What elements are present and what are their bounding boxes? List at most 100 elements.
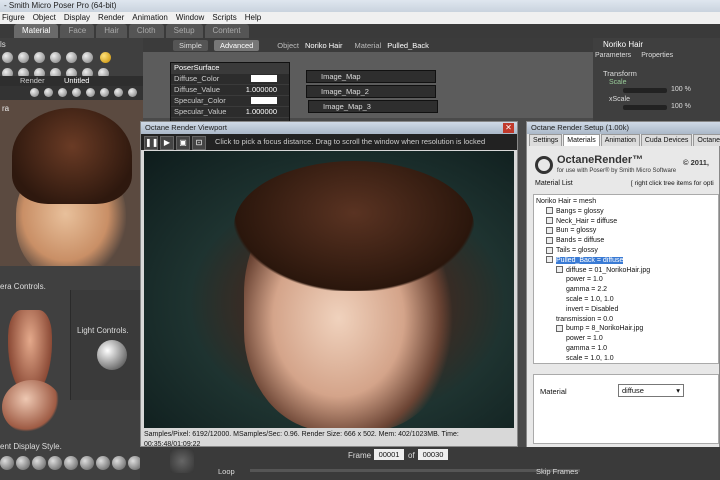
menu-object[interactable]: Object [33, 12, 56, 24]
close-icon[interactable]: ✕ [503, 123, 514, 133]
display-style-icon[interactable] [112, 456, 126, 470]
expand-toggle-icon[interactable] [546, 256, 553, 264]
play-icon[interactable]: ▶ [160, 136, 174, 150]
document-viewport[interactable]: ra [0, 100, 143, 266]
light-sphere-icon[interactable] [97, 340, 127, 370]
material-tree-item[interactable]: scale = 1.0, 1.0 [566, 354, 614, 364]
room-tab-content[interactable]: Content [204, 24, 249, 38]
chain-tool-icon[interactable] [82, 52, 93, 63]
room-tab-cloth[interactable]: Cloth [128, 24, 164, 38]
display-style-icon[interactable] [32, 456, 46, 470]
menu-figure[interactable]: Figure [2, 12, 25, 24]
menu-animation[interactable]: Animation [132, 12, 168, 24]
material-tree-item[interactable]: Bangs = glossy [546, 207, 604, 217]
room-tab-setup[interactable]: Setup [165, 24, 203, 38]
room-tab-hair[interactable]: Hair [96, 24, 127, 38]
node-row-diffuse-value[interactable]: Diffuse_Value 1.000000 [171, 85, 289, 96]
node-row-specular-color[interactable]: Specular_Color [171, 96, 289, 107]
expand-toggle-icon[interactable] [546, 217, 553, 225]
material-tree-item[interactable]: Tails = glossy [546, 246, 598, 256]
color-tool-icon[interactable] [100, 52, 111, 63]
total-frames-input[interactable]: 00030 [418, 449, 448, 460]
tab-render[interactable]: Render [20, 76, 45, 86]
image-map-node[interactable]: Image_Map_2 [306, 85, 436, 98]
doc-toolbar-icon[interactable] [128, 88, 137, 97]
render-image[interactable] [144, 151, 514, 428]
expand-toggle-icon[interactable] [546, 246, 553, 254]
material-tree-item[interactable]: Neck_Hair = diffuse [546, 217, 617, 227]
menu-scripts[interactable]: Scripts [212, 12, 236, 24]
material-tree-item[interactable]: diffuse = 01_NorikoHair.jpg [556, 266, 650, 276]
menu-render[interactable]: Render [98, 12, 124, 24]
menu-help[interactable]: Help [245, 12, 261, 24]
display-style-icon[interactable] [48, 456, 62, 470]
tab-materials[interactable]: Materials [563, 134, 600, 146]
timeline-track[interactable] [250, 469, 580, 472]
expand-toggle-icon[interactable] [546, 227, 553, 235]
param-xscale-dial[interactable] [623, 105, 667, 110]
material-tree-item[interactable]: power = 1.0 [566, 334, 603, 344]
frame-input[interactable]: 00001 [374, 449, 404, 460]
tab-properties[interactable]: Properties [641, 52, 673, 62]
display-style-icon[interactable] [96, 456, 110, 470]
playback-icon[interactable] [170, 449, 194, 473]
param-xscale-value[interactable]: 100 % [671, 103, 691, 110]
tab-parameters[interactable]: Parameters [595, 52, 631, 62]
material-tree-item[interactable]: power = 1.0 [566, 275, 603, 285]
node-row-specular-value[interactable]: Specular_Value 1.000000 [171, 107, 289, 118]
save-image-icon[interactable]: ▣ [176, 136, 190, 150]
material-tree-item[interactable]: Pulled_Back = diffuse [546, 256, 624, 266]
transform-group[interactable]: Transform [603, 69, 637, 78]
material-tree-item[interactable]: scale = 1.0, 1.0 [566, 295, 614, 305]
image-map-node[interactable]: Image_Map [306, 70, 436, 83]
room-tab-material[interactable]: Material [14, 24, 59, 38]
tab-settings[interactable]: Settings [529, 134, 563, 146]
display-style-icon[interactable] [80, 456, 94, 470]
menu-display[interactable]: Display [64, 12, 90, 24]
material-tree-item[interactable]: gamma = 1.0 [566, 344, 607, 354]
scale-tool-icon[interactable] [50, 52, 61, 63]
doc-toolbar-icon[interactable] [72, 88, 81, 97]
expand-toggle-icon[interactable] [556, 325, 563, 333]
menu-window[interactable]: Window [176, 12, 204, 24]
doc-toolbar-icon[interactable] [86, 88, 95, 97]
tab-octanelive[interactable]: OctaneLive A [693, 134, 720, 146]
tab-cuda-devices[interactable]: Cuda Devices [640, 134, 693, 146]
doc-toolbar-icon[interactable] [30, 88, 39, 97]
color-swatch[interactable] [251, 75, 277, 82]
doc-toolbar-icon[interactable] [114, 88, 123, 97]
material-tree-item[interactable]: invert = Disabled [566, 305, 618, 315]
param-scale-value[interactable]: 100 % [671, 86, 691, 93]
tab-advanced[interactable]: Advanced [213, 39, 260, 51]
material-select[interactable]: Pulled_Back [387, 41, 429, 50]
room-tab-face[interactable]: Face [60, 24, 95, 38]
display-style-icon[interactable] [0, 456, 14, 470]
node-row-diffuse-color[interactable]: Diffuse_Color [171, 74, 289, 85]
rotate-tool-icon[interactable] [2, 52, 13, 63]
color-swatch[interactable] [251, 97, 277, 104]
trackball-icon[interactable] [2, 380, 62, 434]
tab-untitled[interactable]: Untitled [64, 76, 89, 86]
doc-toolbar-icon[interactable] [100, 88, 109, 97]
material-tree-item[interactable]: Bands = diffuse [546, 236, 604, 246]
material-tree-item[interactable]: Bun = glossy [546, 226, 596, 236]
material-tree-item[interactable]: transmission = 0.0 [556, 315, 613, 325]
skip-frames-toggle[interactable]: Skip Frames [536, 467, 578, 476]
display-style-icon[interactable] [64, 456, 78, 470]
param-scale-dial[interactable] [623, 88, 667, 93]
lock-resolution-icon[interactable]: ⊡ [192, 136, 206, 150]
doc-toolbar-icon[interactable] [44, 88, 53, 97]
tab-simple[interactable]: Simple [173, 39, 208, 51]
object-select[interactable]: Noriko Hair [305, 41, 343, 50]
tab-animation[interactable]: Animation [600, 134, 640, 146]
material-tree-item[interactable]: gamma = 2.2 [566, 285, 607, 295]
expand-toggle-icon[interactable] [546, 236, 553, 244]
expand-toggle-icon[interactable] [546, 207, 553, 215]
twist-tool-icon[interactable] [18, 52, 29, 63]
display-style-icon[interactable] [16, 456, 30, 470]
image-map-node[interactable]: Image_Map_3 [308, 100, 438, 113]
material-tree-item[interactable]: Noriko Hair = mesh [536, 197, 596, 207]
translate-tool-icon[interactable] [34, 52, 45, 63]
doc-toolbar-icon[interactable] [58, 88, 67, 97]
pause-icon[interactable]: ❚❚ [144, 136, 158, 150]
